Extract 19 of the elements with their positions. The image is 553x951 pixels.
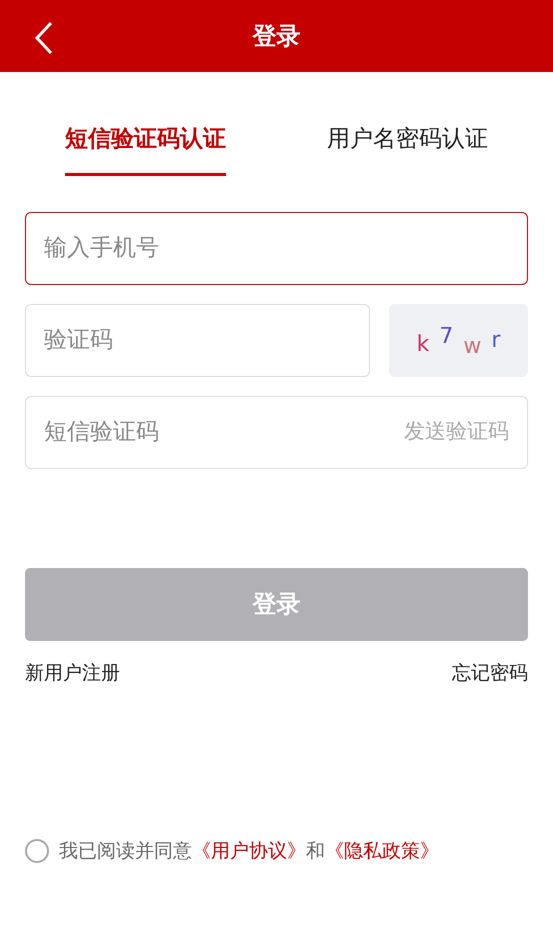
policy-link[interactable]: 《隐私政策》	[325, 840, 439, 862]
tab[interactable]: 短信验证码认证	[65, 122, 226, 176]
captcha-character: w	[463, 332, 482, 360]
agreement-text: 我已阅读并同意《用户协议》和《隐私政策》	[59, 839, 439, 864]
phone-field[interactable]: 输入手机号	[25, 212, 528, 284]
back-icon	[34, 21, 54, 55]
agreement-checkbox[interactable]	[25, 839, 49, 864]
captcha-image[interactable]: k 7 w r	[389, 304, 528, 376]
forgot-password-link[interactable]: 忘记密码	[452, 658, 528, 687]
captcha-character: r	[491, 326, 500, 354]
page-title: 登录	[252, 21, 300, 52]
captcha-character: 7	[439, 322, 454, 350]
captcha-field[interactable]: 验证码	[25, 304, 370, 376]
tab[interactable]: 用户名密码认证	[327, 122, 488, 176]
field-placeholder: 短信验证码	[44, 418, 159, 447]
register-link[interactable]: 新用户注册	[25, 658, 120, 687]
policy-link[interactable]: 《用户协议》	[192, 840, 306, 862]
sms-code-field[interactable]: 短信验证码 发送验证码	[25, 396, 528, 468]
captcha-character: k	[416, 330, 430, 358]
